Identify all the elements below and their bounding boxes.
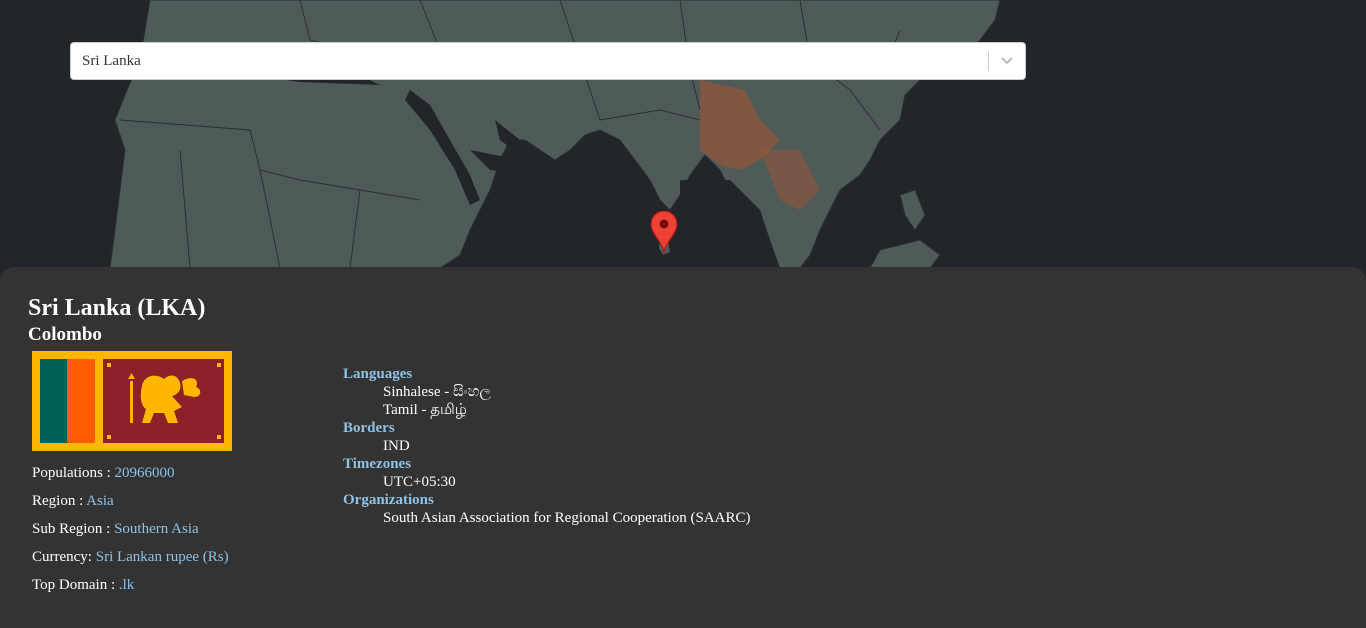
- language-item: Sinhalese - සිංහල: [383, 384, 491, 400]
- subregion-value: Southern Asia: [114, 521, 199, 537]
- chevron-down-icon[interactable]: [989, 43, 1025, 79]
- country-search-select[interactable]: Sri Lanka: [70, 42, 1026, 80]
- timezones-heading: Timezones: [343, 456, 412, 472]
- timezone-item: UTC+05:30: [383, 474, 456, 490]
- fact-label: Top Domain :: [32, 577, 119, 593]
- map-pin-icon[interactable]: [650, 211, 678, 255]
- fact-label: Currency:: [32, 549, 96, 565]
- organizations-heading: Organizations: [343, 492, 434, 508]
- border-item: IND: [383, 438, 410, 454]
- fact-population: Populations : 20966000: [32, 464, 229, 492]
- fact-label: Populations :: [32, 465, 115, 481]
- population-value: 20966000: [114, 465, 175, 481]
- fact-region: Region : Asia: [32, 492, 229, 520]
- country-details-list: Languages Sinhalese - සිංහල Tamil - தமிழ…: [343, 365, 750, 527]
- country-title: Sri Lanka (LKA): [28, 295, 206, 321]
- fact-top-domain: Top Domain : .lk: [32, 576, 229, 604]
- organization-item: South Asian Association for Regional Coo…: [383, 510, 751, 526]
- region-value: Asia: [86, 493, 114, 509]
- fact-label: Region :: [32, 493, 87, 509]
- capital-name: Colombo: [28, 324, 102, 345]
- country-details-panel: Sri Lanka (LKA) Colombo Populations : 20…: [0, 267, 1366, 628]
- search-input[interactable]: Sri Lanka: [71, 53, 988, 70]
- top-domain-value: .lk: [118, 577, 135, 593]
- fact-label: Sub Region :: [32, 521, 115, 537]
- language-item: Tamil - தமிழ்: [383, 402, 467, 418]
- languages-heading: Languages: [343, 366, 413, 382]
- fact-subregion: Sub Region : Southern Asia: [32, 520, 229, 548]
- fact-currency: Currency: Sri Lankan rupee (Rs): [32, 548, 229, 576]
- currency-value: Sri Lankan rupee (Rs): [95, 549, 229, 565]
- sri-lanka-flag-icon: [32, 351, 232, 451]
- country-facts: Populations : 20966000 Region : Asia Sub…: [32, 464, 229, 604]
- borders-heading: Borders: [343, 420, 395, 436]
